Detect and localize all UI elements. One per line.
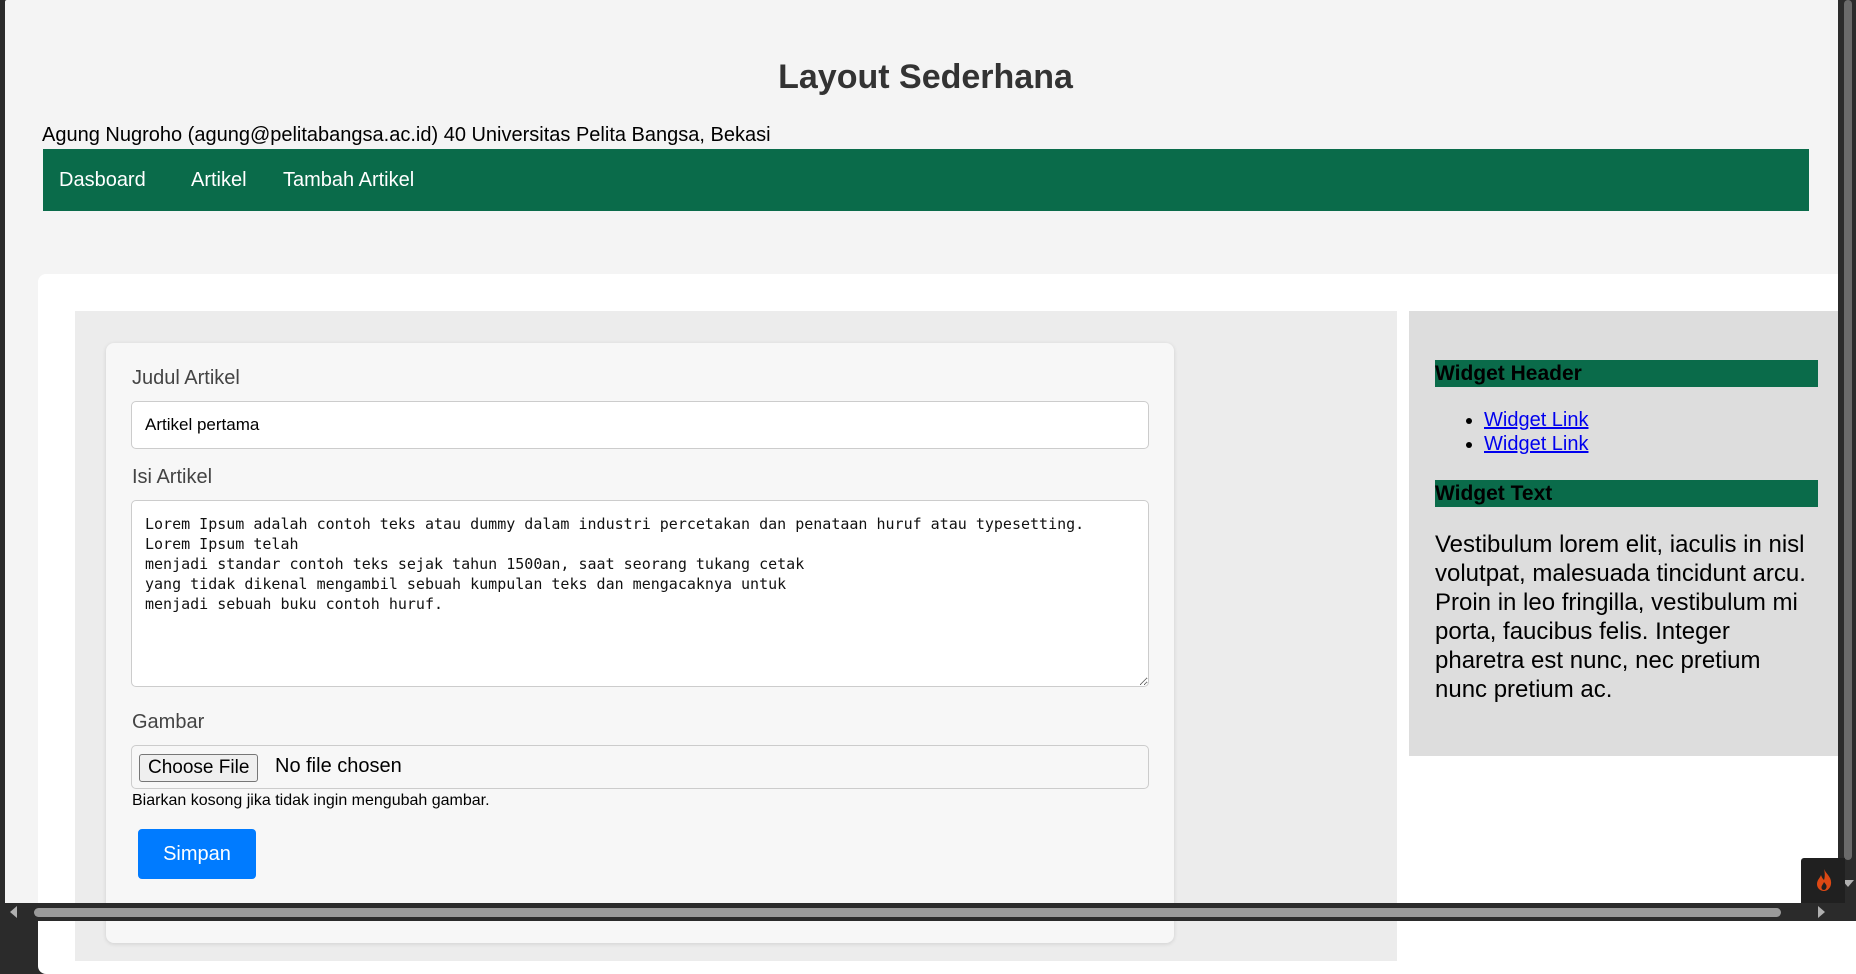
vertical-scrollbar-thumb[interactable] — [1844, 0, 1852, 860]
page-title: Layout Sederhana — [778, 58, 1073, 96]
nav-link-dasboard[interactable]: Dasboard — [59, 169, 146, 192]
choose-file-button[interactable]: Choose File — [139, 754, 259, 782]
debug-toolbar-toggle[interactable] — [1801, 858, 1845, 903]
image-hint-text: Biarkan kosong jika tidak ingin mengubah… — [132, 792, 490, 809]
nav-link-artikel[interactable]: Artikel — [191, 169, 247, 192]
image-file-input[interactable]: Choose File No file chosen — [131, 745, 1149, 789]
title-label: Judul Artikel — [132, 367, 240, 389]
widget-link-list: Widget Link Widget Link — [1435, 408, 1589, 456]
widget-text-body: Vestibulum lorem elit, iaculis in nisl v… — [1435, 531, 1806, 703]
list-item: Widget Link — [1484, 408, 1589, 432]
flame-icon — [1817, 869, 1832, 891]
scroll-left-arrow-icon[interactable] — [10, 906, 17, 918]
content-textarea[interactable]: Lorem Ipsum adalah contoh teks atau dumm… — [131, 500, 1149, 687]
horizontal-scrollbar-thumb[interactable] — [34, 908, 1781, 917]
author-info: Agung Nugroho (agung@pelitabangsa.ac.id)… — [42, 124, 771, 146]
main-navigation: Dasboard Artikel Tambah Artikel — [43, 149, 1809, 211]
file-status-text: No file chosen — [275, 755, 402, 777]
nav-link-tambah-artikel[interactable]: Tambah Artikel — [283, 169, 414, 192]
widget-header-title: Widget Header — [1435, 360, 1818, 387]
title-input[interactable] — [131, 401, 1149, 449]
save-button[interactable]: Simpan — [138, 829, 256, 879]
content-label: Isi Artikel — [132, 466, 213, 488]
list-item: Widget Link — [1484, 432, 1589, 456]
widget-text-title: Widget Text — [1435, 480, 1818, 507]
widget-link-2[interactable]: Widget Link — [1484, 433, 1589, 455]
scroll-right-arrow-icon[interactable] — [1818, 906, 1825, 918]
widget-link-1[interactable]: Widget Link — [1484, 409, 1589, 431]
image-label: Gambar — [132, 711, 205, 733]
